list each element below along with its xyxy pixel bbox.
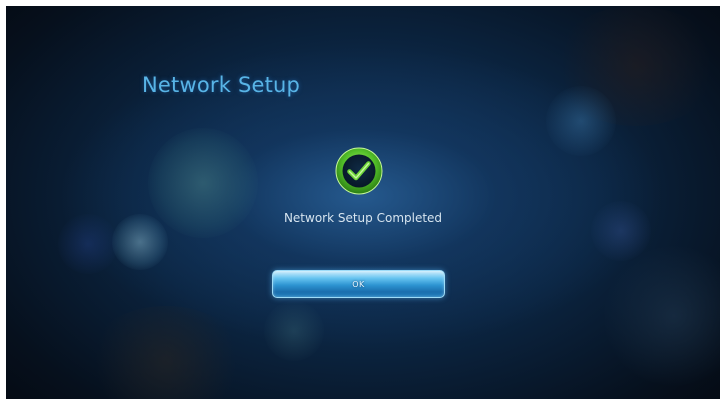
checkmark-circle-icon xyxy=(334,146,384,196)
ok-button[interactable]: OK xyxy=(272,270,445,298)
page-title: Network Setup xyxy=(142,73,301,97)
bokeh-light xyxy=(112,214,168,270)
ok-button-label: OK xyxy=(352,279,365,289)
bokeh-light xyxy=(58,214,118,274)
bokeh-light xyxy=(86,306,246,399)
bokeh-light xyxy=(591,201,651,261)
bokeh-light xyxy=(604,246,720,386)
bokeh-light xyxy=(546,86,616,156)
tv-screen: Network Setup Network Setup Completed OK xyxy=(6,6,720,399)
status-message: Network Setup Completed xyxy=(283,211,443,225)
bokeh-light xyxy=(264,301,324,361)
bokeh-light xyxy=(551,6,720,126)
